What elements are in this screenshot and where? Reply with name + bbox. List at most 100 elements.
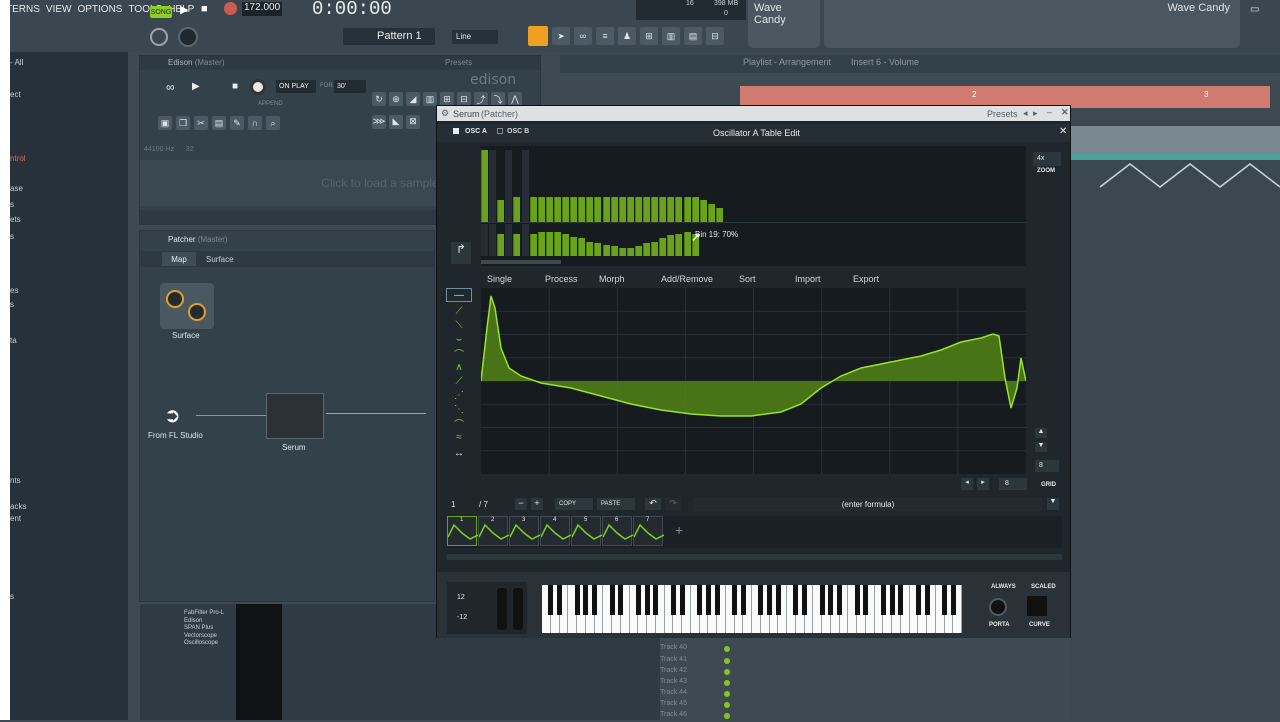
black-key[interactable] (758, 585, 764, 615)
minimize-icon[interactable]: – (1047, 107, 1052, 117)
curve-display[interactable] (1027, 596, 1047, 616)
black-key[interactable] (775, 585, 781, 615)
menu-single[interactable]: Single (487, 274, 512, 284)
spectrum-bin[interactable] (521, 224, 529, 256)
spectrum-bin[interactable] (626, 196, 634, 222)
spectrum-bin[interactable] (634, 196, 642, 222)
black-key[interactable] (732, 585, 737, 615)
remove-frame-button[interactable]: − (515, 498, 527, 510)
steps-shape-icon[interactable]: ⋱ (446, 402, 472, 416)
black-key[interactable] (950, 585, 956, 615)
tab-osc-a[interactable]: OSC A (465, 128, 487, 135)
piano-keyboard[interactable] (542, 585, 962, 633)
copy-icon[interactable]: ❐ (176, 116, 190, 130)
preset-next-icon[interactable]: ▸ (1033, 108, 1038, 119)
from-fl-studio-icon[interactable]: ➲ (164, 403, 190, 427)
zoom-up-button[interactable]: ▲ (1035, 428, 1047, 438)
browser-item[interactable]: s (10, 232, 14, 241)
always-toggle[interactable]: ALWAYS (991, 584, 1016, 590)
preset-prev-icon[interactable]: ◂ (1023, 108, 1028, 119)
pattern-selector[interactable]: Pattern 1 (343, 28, 435, 45)
wave-candy-left[interactable]: Wave Candy (748, 0, 820, 48)
black-key[interactable] (793, 585, 799, 615)
wavetable-frame-thumb[interactable]: 1 (447, 516, 478, 546)
black-key[interactable] (819, 585, 825, 615)
track-led-icon[interactable] (724, 646, 730, 652)
record-button[interactable] (224, 2, 237, 15)
black-key[interactable] (644, 585, 650, 615)
spectrum-bin[interactable] (578, 196, 586, 222)
spectrum-bin[interactable] (610, 196, 618, 222)
spectrum-bin[interactable] (651, 241, 659, 256)
playlist-icon[interactable]: ⊟ (706, 27, 724, 45)
fx-icon[interactable]: ◢ (406, 92, 420, 106)
browser-icon[interactable]: ≡ (596, 27, 614, 45)
pitch-bend-up[interactable]: 12 (457, 594, 465, 601)
wavetable-frame-thumb[interactable]: 3 (509, 516, 540, 546)
dots-shape-icon[interactable]: ⋰ (446, 388, 472, 402)
play-button[interactable]: ▶ (180, 3, 188, 16)
gear-icon[interactable]: ⚙ (441, 108, 449, 119)
spectrum-bin[interactable] (570, 236, 578, 256)
cut-icon[interactable]: ✂ (194, 116, 208, 130)
spectrum-bin[interactable] (521, 150, 529, 222)
black-key[interactable] (740, 585, 746, 615)
fx-icon[interactable]: ◣ (389, 114, 403, 129)
spectrum-bin[interactable] (497, 233, 505, 256)
black-key[interactable] (889, 585, 895, 615)
spectrum-bin[interactable] (570, 196, 578, 222)
pitch-wheel[interactable] (497, 588, 507, 630)
spectrum-bin[interactable] (626, 248, 634, 256)
black-key[interactable] (574, 585, 580, 615)
spectrum-bin[interactable] (562, 233, 569, 256)
waveform-editor[interactable] (480, 288, 1027, 474)
prev-frame-button[interactable]: ◂ (961, 478, 973, 490)
channel-rack-icon[interactable]: ▥ (662, 27, 680, 45)
track-row[interactable]: Track 41 (660, 656, 730, 667)
browser-item[interactable]: acks (10, 502, 26, 511)
grid-size-selector[interactable]: 8 (1035, 460, 1059, 472)
spectrum-bin[interactable] (618, 196, 626, 222)
link-icon[interactable]: ∞ (574, 27, 592, 45)
track-led-icon[interactable] (724, 658, 730, 664)
menu-export[interactable]: Export (853, 274, 879, 284)
wave-candy-right[interactable]: Wave Candy (824, 0, 1240, 48)
black-key[interactable] (592, 585, 597, 615)
browser-item[interactable]: nts (10, 476, 21, 485)
spectrum-bin[interactable] (537, 232, 545, 256)
save-icon[interactable]: ▣ (158, 116, 172, 130)
plugin-icon[interactable]: ♟ (618, 27, 636, 45)
spectrum-bin[interactable] (715, 207, 723, 222)
black-key[interactable] (898, 585, 904, 615)
spectrum-bin[interactable] (553, 232, 561, 256)
spectrum-bin[interactable] (481, 150, 488, 222)
browser-item[interactable]: es (10, 286, 18, 295)
spectrum-bin[interactable] (667, 196, 675, 222)
spectrum-bin[interactable] (675, 196, 683, 222)
spectrum-bin[interactable] (699, 200, 707, 222)
line-shape-icon[interactable]: — (446, 288, 472, 302)
plugin-slot[interactable]: FabFilter Pro-L (184, 610, 224, 618)
spectrum-bin[interactable] (513, 233, 521, 256)
menu-add-remove[interactable]: Add/Remove (661, 274, 713, 284)
wavetable-frame-thumb[interactable]: 5 (571, 516, 602, 546)
browser-item[interactable]: s (10, 300, 14, 309)
surface-node[interactable] (160, 283, 214, 329)
fx-icon[interactable]: ▥ (423, 92, 437, 106)
bin-scrollbar[interactable] (481, 260, 561, 264)
spectrum-bin[interactable] (651, 196, 659, 222)
black-key[interactable] (635, 585, 641, 615)
browser-item[interactable]: s (10, 592, 14, 601)
fx-icon[interactable]: ⊠ (406, 114, 420, 129)
black-key[interactable] (679, 585, 685, 615)
fx-icon[interactable]: ⤵ (491, 92, 505, 106)
spectrum-bin[interactable] (481, 224, 488, 256)
stretch-icon[interactable]: ↔ (446, 446, 472, 460)
arc-shape-icon[interactable]: ⌒ (446, 416, 472, 431)
master-volume-knob[interactable] (150, 28, 168, 46)
pitch-bend-down[interactable]: -12 (457, 614, 467, 621)
plugin-slot[interactable]: SPAN Plus (184, 625, 224, 633)
track-row[interactable]: Track 46 (660, 711, 730, 722)
black-key[interactable] (548, 585, 554, 615)
spectrum-bin[interactable] (489, 150, 497, 222)
